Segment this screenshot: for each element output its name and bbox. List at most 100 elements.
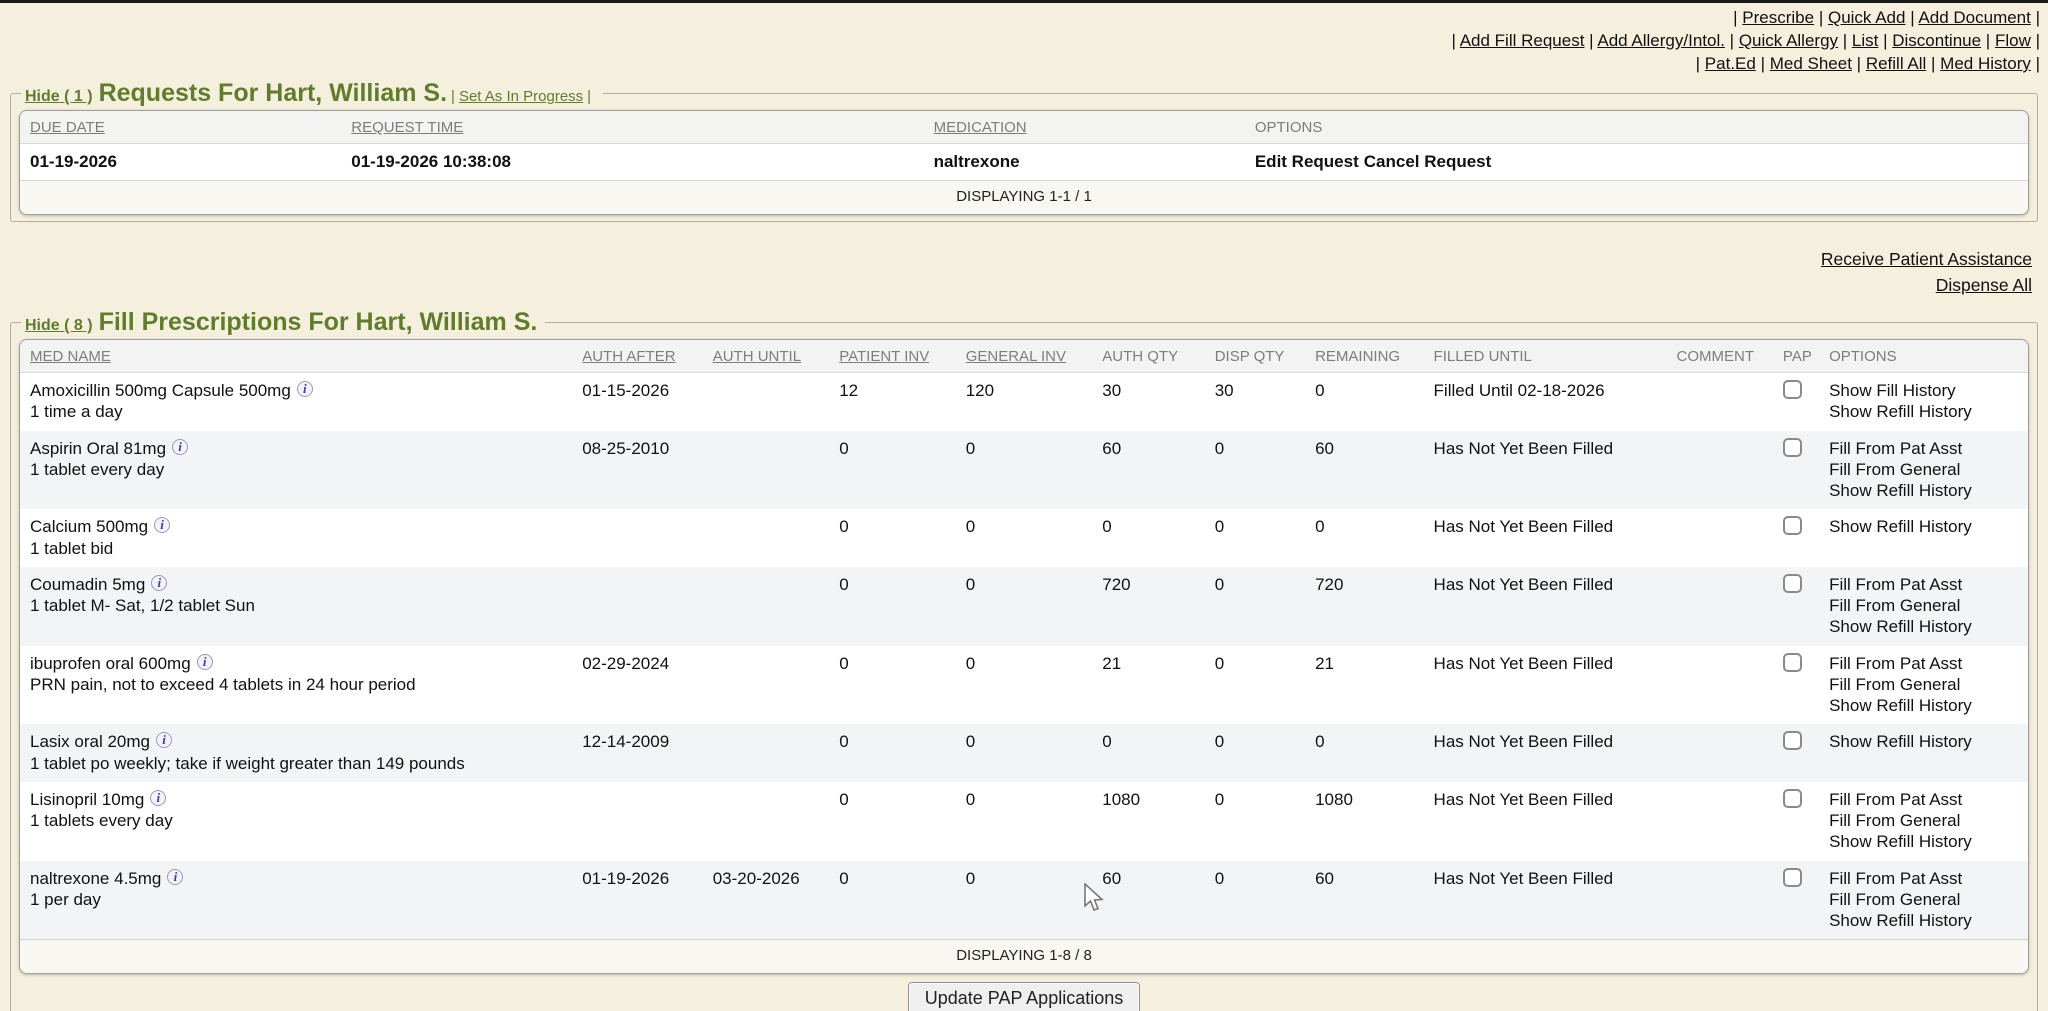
nav-separator: | bbox=[1696, 54, 1705, 73]
column-header-med-name[interactable]: MED NAME bbox=[20, 340, 572, 373]
pap-checkbox[interactable] bbox=[1783, 868, 1802, 887]
fill-from-pat-asst-link[interactable]: Fill From Pat Asst bbox=[1829, 868, 2018, 889]
cell-disp-qty: 0 bbox=[1205, 509, 1305, 567]
med-sig: 1 tablets every day bbox=[30, 810, 562, 831]
column-header-auth-after[interactable]: AUTH AFTER bbox=[572, 340, 703, 373]
fill-prescriptions-hide-link[interactable]: Hide ( 8 ) bbox=[25, 317, 93, 334]
cell-general-inv: 0 bbox=[956, 509, 1093, 567]
pap-checkbox[interactable] bbox=[1783, 380, 1802, 399]
column-header-patient-inv[interactable]: PATIENT INV bbox=[829, 340, 956, 373]
table-row: 01-19-202601-19-2026 10:38:08naltrexoneE… bbox=[20, 144, 2028, 180]
column-header-request-time[interactable]: REQUEST TIME bbox=[341, 111, 923, 144]
cell-patient-inv: 0 bbox=[829, 861, 956, 940]
dispense-all-link[interactable]: Dispense All bbox=[16, 272, 2032, 298]
fill-from-general-link[interactable]: Fill From General bbox=[1829, 459, 2018, 480]
show-refill-history-link[interactable]: Show Refill History bbox=[1829, 910, 2018, 931]
column-header-pap: PAP bbox=[1773, 340, 1819, 373]
nav-link-med-history[interactable]: Med History bbox=[1940, 54, 2031, 73]
nav-link-quick-add[interactable]: Quick Add bbox=[1828, 8, 1906, 27]
cell-auth-qty: 30 bbox=[1092, 373, 1204, 431]
update-pap-applications-button[interactable]: Update PAP Applications bbox=[908, 982, 1140, 1011]
column-header-medication[interactable]: MEDICATION bbox=[924, 111, 1245, 144]
cancel-request-link[interactable]: Cancel Request bbox=[1364, 152, 1492, 171]
column-header-general-inv[interactable]: GENERAL INV bbox=[956, 340, 1093, 373]
nav-line: | Pat.Ed | Med Sheet | Refill All | Med … bbox=[0, 52, 2040, 75]
fill-prescriptions-legend: Hide ( 8 )Fill Prescriptions For Hart, W… bbox=[21, 308, 545, 337]
info-icon[interactable]: i bbox=[197, 654, 213, 670]
med-name: naltrexone 4.5mgi bbox=[30, 868, 562, 889]
cell-general-inv: 0 bbox=[956, 431, 1093, 510]
fill-from-pat-asst-link[interactable]: Fill From Pat Asst bbox=[1829, 789, 2018, 810]
nav-link-add-allergy-intol[interactable]: Add Allergy/Intol. bbox=[1597, 31, 1725, 50]
edit-request-link[interactable]: Edit Request bbox=[1255, 152, 1359, 171]
cell-remaining: 720 bbox=[1305, 567, 1423, 646]
fill-from-pat-asst-link[interactable]: Fill From Pat Asst bbox=[1829, 438, 2018, 459]
info-icon[interactable]: i bbox=[172, 439, 188, 455]
cell-filled-until: Has Not Yet Been Filled bbox=[1424, 567, 1667, 646]
cell-remaining: 1080 bbox=[1305, 782, 1423, 861]
cell-auth-after: 12-14-2009 bbox=[572, 724, 703, 782]
nav-separator: | bbox=[1725, 31, 1739, 50]
table-row: naltrexone 4.5mgi1 per day01-19-202603-2… bbox=[20, 861, 2028, 940]
pap-checkbox[interactable] bbox=[1783, 574, 1802, 593]
med-name-text: Lisinopril 10mg bbox=[30, 790, 144, 809]
fill-from-general-link[interactable]: Fill From General bbox=[1829, 595, 2018, 616]
column-header-options: OPTIONS bbox=[1245, 111, 2028, 144]
info-icon[interactable]: i bbox=[156, 732, 172, 748]
show-refill-history-link[interactable]: Show Refill History bbox=[1829, 695, 2018, 716]
info-icon[interactable]: i bbox=[150, 790, 166, 806]
show-refill-history-link[interactable]: Show Refill History bbox=[1829, 480, 2018, 501]
show-refill-history-link[interactable]: Show Refill History bbox=[1829, 616, 2018, 637]
requests-section: Hide ( 1 )Requests For Hart, William S.|… bbox=[10, 79, 2038, 222]
cell-pap bbox=[1773, 724, 1819, 782]
column-header-options: OPTIONS bbox=[1819, 340, 2028, 373]
set-as-in-progress-link[interactable]: Set As In Progress bbox=[459, 88, 583, 105]
cell-general-inv: 0 bbox=[956, 724, 1093, 782]
middle-links: Receive Patient AssistanceDispense All bbox=[16, 246, 2032, 298]
column-header-due-date[interactable]: DUE DATE bbox=[20, 111, 341, 144]
nav-link-list[interactable]: List bbox=[1852, 31, 1878, 50]
nav-link-prescribe[interactable]: Prescribe bbox=[1742, 8, 1814, 27]
fill-from-pat-asst-link[interactable]: Fill From Pat Asst bbox=[1829, 653, 2018, 674]
fill-from-general-link[interactable]: Fill From General bbox=[1829, 674, 2018, 695]
fill-from-pat-asst-link[interactable]: Fill From Pat Asst bbox=[1829, 574, 2018, 595]
pap-checkbox[interactable] bbox=[1783, 438, 1802, 457]
cell-comment bbox=[1667, 509, 1773, 567]
nav-link-refill-all[interactable]: Refill All bbox=[1866, 54, 1926, 73]
cell-patient-inv: 0 bbox=[829, 509, 956, 567]
info-icon[interactable]: i bbox=[297, 381, 313, 397]
cell-pap bbox=[1773, 782, 1819, 861]
table-row: Calcium 500mgi1 tablet bid00000Has Not Y… bbox=[20, 509, 2028, 567]
info-icon[interactable]: i bbox=[151, 575, 167, 591]
nav-link-add-document[interactable]: Add Document bbox=[1918, 8, 2030, 27]
cell-remaining: 0 bbox=[1305, 373, 1423, 431]
info-icon[interactable]: i bbox=[167, 869, 183, 885]
cell-general-inv: 120 bbox=[956, 373, 1093, 431]
pap-checkbox[interactable] bbox=[1783, 653, 1802, 672]
show-refill-history-link[interactable]: Show Refill History bbox=[1829, 516, 2018, 537]
nav-link-flow[interactable]: Flow bbox=[1995, 31, 2031, 50]
nav-link-discontinue[interactable]: Discontinue bbox=[1892, 31, 1981, 50]
cell-patient-inv: 0 bbox=[829, 567, 956, 646]
pap-checkbox[interactable] bbox=[1783, 789, 1802, 808]
show-refill-history-link[interactable]: Show Refill History bbox=[1829, 731, 2018, 752]
requests-hide-link[interactable]: Hide ( 1 ) bbox=[25, 88, 93, 105]
show-refill-history-link[interactable]: Show Refill History bbox=[1829, 831, 2018, 852]
fill-from-general-link[interactable]: Fill From General bbox=[1829, 889, 2018, 910]
show-fill-history-link[interactable]: Show Fill History bbox=[1829, 380, 2018, 401]
pap-checkbox[interactable] bbox=[1783, 731, 1802, 750]
show-refill-history-link[interactable]: Show Refill History bbox=[1829, 401, 2018, 422]
nav-link-add-fill-request[interactable]: Add Fill Request bbox=[1460, 31, 1585, 50]
column-header-auth-until[interactable]: AUTH UNTIL bbox=[703, 340, 830, 373]
nav-link-pat-ed[interactable]: Pat.Ed bbox=[1705, 54, 1756, 73]
fill-from-general-link[interactable]: Fill From General bbox=[1829, 810, 2018, 831]
receive-patient-assistance-link[interactable]: Receive Patient Assistance bbox=[16, 246, 2032, 272]
cell-auth-qty: 1080 bbox=[1092, 782, 1204, 861]
nav-link-med-sheet[interactable]: Med Sheet bbox=[1770, 54, 1852, 73]
info-icon[interactable]: i bbox=[154, 517, 170, 533]
pap-checkbox[interactable] bbox=[1783, 516, 1802, 535]
cell-options: Fill From Pat AsstFill From GeneralShow … bbox=[1819, 431, 2028, 510]
top-nav: | Prescribe | Quick Add | Add Document |… bbox=[0, 3, 2048, 77]
nav-link-quick-allergy[interactable]: Quick Allergy bbox=[1739, 31, 1838, 50]
cell-auth-after: 02-29-2024 bbox=[572, 646, 703, 725]
